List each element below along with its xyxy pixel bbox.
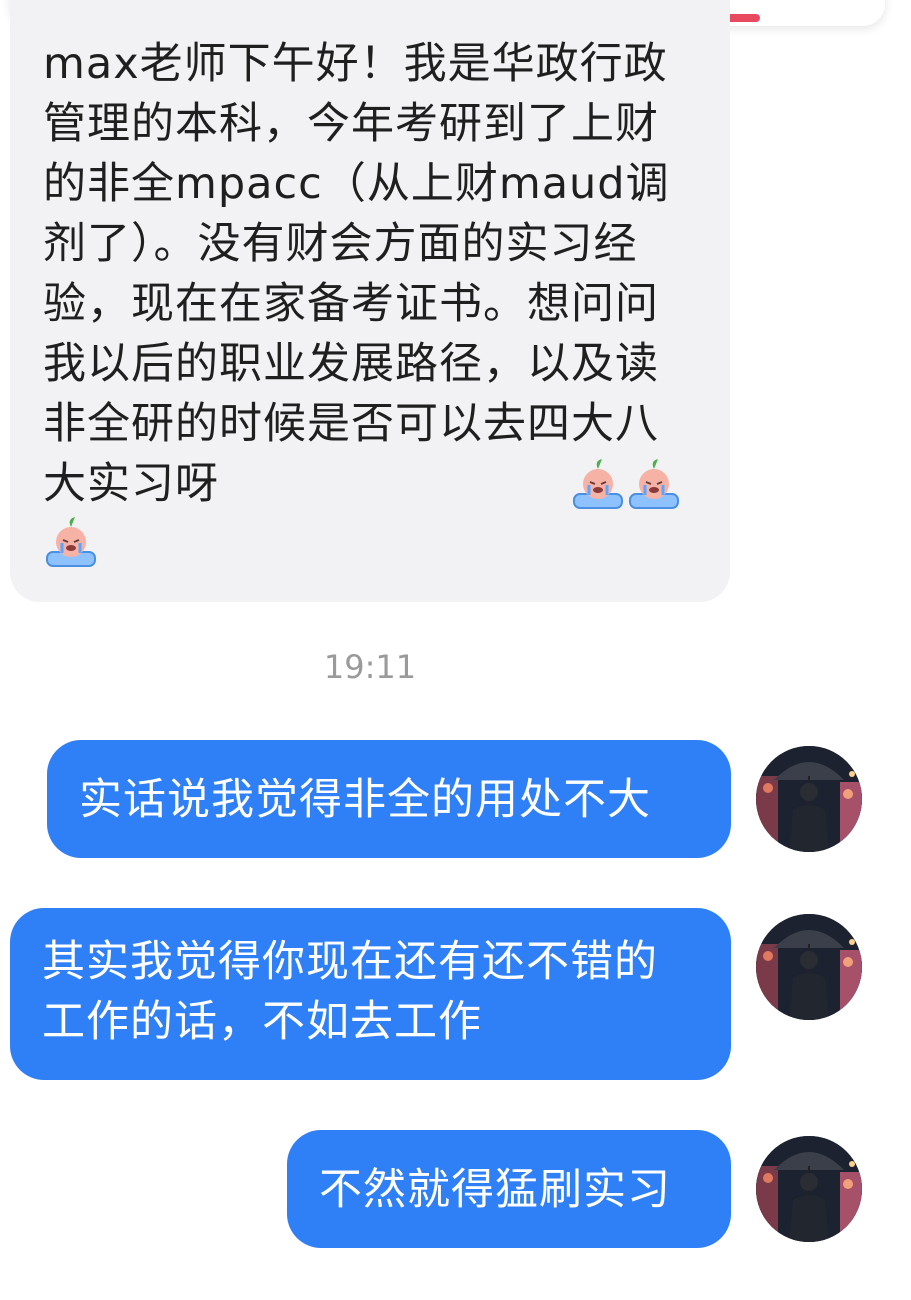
man-with-umbrella-avatar-icon [756, 746, 862, 852]
man-with-umbrella-avatar-icon [756, 914, 862, 1020]
message-timestamp: 19:11 [323, 648, 417, 686]
outgoing-message-text: 实话说我觉得非全的用处不大 [79, 775, 651, 825]
avatar[interactable] [756, 914, 862, 1020]
avatar[interactable] [756, 746, 862, 852]
incoming-message-text: max老师下午好！我是华政行政管理的本科，今年考研到了上财的非全mpacc（从上… [43, 39, 670, 509]
outgoing-message-text: 不然就得猛刷实习 [319, 1165, 671, 1215]
crying-face-emoji-icon [43, 514, 99, 570]
chat-screen: max老师下午好！我是华政行政管理的本科，今年考研到了上财的非全mpacc（从上… [0, 0, 911, 1300]
outgoing-message-bubble[interactable]: 实话说我觉得非全的用处不大 [47, 740, 731, 858]
outgoing-message-text: 其实我觉得你现在还有还不错的工作的话，不如去工作 [42, 937, 658, 1047]
crying-face-emoji-icon [570, 456, 626, 512]
outgoing-message-bubble[interactable]: 不然就得猛刷实习 [287, 1130, 731, 1248]
crying-face-emoji-icon [626, 456, 682, 512]
avatar[interactable] [756, 1136, 862, 1242]
outgoing-message-bubble[interactable]: 其实我觉得你现在还有还不错的工作的话，不如去工作 [10, 908, 731, 1080]
man-with-umbrella-avatar-icon [756, 1136, 862, 1242]
